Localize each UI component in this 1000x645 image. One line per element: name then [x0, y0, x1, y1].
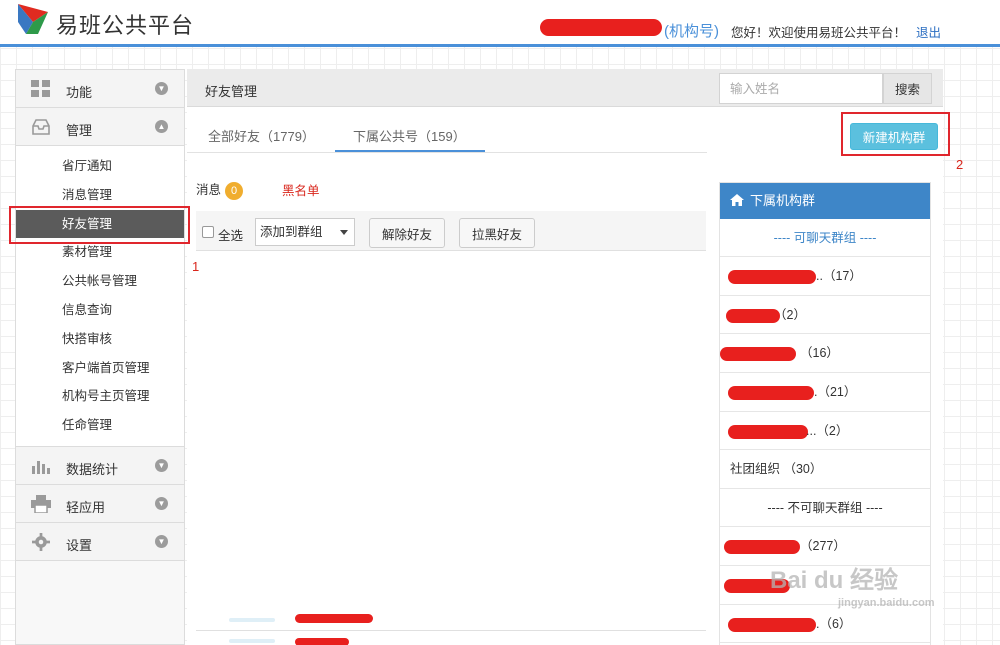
sidebar-menu-label: 管理: [66, 123, 93, 138]
group-item[interactable]: （16）: [720, 334, 930, 374]
tab-bar: 全部好友（1779） 下属公共号（159）: [187, 117, 707, 153]
redacted-group-name: [724, 540, 800, 555]
top-header: 易班公共平台 (机构号) 您好！欢迎使用易班公共平台！ 退出: [0, 0, 1000, 47]
sidebar-menu-settings[interactable]: 设置 ▼: [16, 522, 184, 561]
sidebar-menu-manage[interactable]: 管理 ▲: [16, 108, 184, 146]
group-name: 社团组织 （30）: [730, 462, 823, 477]
page-title: 好友管理: [205, 84, 258, 99]
annotation-number: 1: [192, 259, 200, 274]
group-item[interactable]: 社团组织 （30）: [720, 450, 930, 490]
group-count: ...（2）: [806, 423, 849, 438]
blacklist-link[interactable]: 黑名单: [282, 180, 320, 199]
list-divider: [196, 630, 706, 631]
sidebar-item-info-query[interactable]: 信息查询: [16, 296, 184, 325]
redacted-group-name: [726, 308, 780, 323]
yiban-logo-icon: [18, 4, 48, 34]
redacted-group-name: [728, 424, 808, 439]
sidebar-menu-label: 设置: [66, 537, 93, 553]
nochat-groups-heading: ---- 不可聊天群组 ----: [720, 489, 930, 528]
redacted-group-name: [728, 270, 816, 284]
redacted-name: [295, 614, 373, 623]
sidebar-item-org-homepage[interactable]: 机构号主页管理: [16, 382, 184, 411]
inbox-icon: [32, 119, 50, 135]
grid-icon: [31, 80, 50, 97]
select-all-label: 全选: [218, 229, 244, 243]
sidebar-item-public-account-management[interactable]: 公共帐号管理: [16, 267, 184, 296]
chevron-down-icon: ▼: [155, 496, 168, 510]
select-all-checkbox[interactable]: [202, 226, 214, 238]
sidebar-item-appointment[interactable]: 任命管理: [16, 411, 184, 440]
sidebar-item-quick-review[interactable]: 快搭审核: [16, 325, 184, 354]
home-icon: [730, 194, 744, 206]
group-count: （16）: [800, 346, 839, 361]
manage-submenu: 省厅通知 消息管理 好友管理 素材管理 公共帐号管理 信息查询 快搭审核 客户端…: [16, 146, 184, 447]
group-count: .（21）: [814, 385, 857, 400]
platform-title: 易班公共平台: [56, 13, 195, 38]
messages-label: 消息: [196, 183, 222, 197]
redacted-group-name: [720, 347, 796, 362]
sidebar-menu-label: 轻应用: [66, 499, 106, 515]
sidebar-menu-light-apps[interactable]: 轻应用 ▼: [16, 484, 184, 523]
add-to-group-value: 添加到群组: [260, 225, 323, 239]
group-count: （2）: [774, 307, 806, 322]
redacted-group-name: [728, 617, 816, 632]
sidebar-menu-functions[interactable]: 功能 ▼: [16, 70, 184, 108]
chevron-down-icon: ▼: [155, 534, 168, 548]
search-button[interactable]: 搜索: [883, 73, 932, 104]
group-panel-header: 下属机构群: [720, 183, 930, 219]
logout-link[interactable]: 退出: [916, 22, 941, 41]
group-item[interactable]: ...（2）: [720, 412, 930, 451]
baidu-watermark-url: jingyan.baidu.com: [838, 597, 935, 609]
list-placeholder-bar: [229, 618, 275, 622]
annotation-number: 2: [956, 157, 964, 172]
add-to-group-select[interactable]: 添加到群组: [255, 218, 355, 246]
annotation-box-new-group: [841, 112, 950, 156]
redacted-group-name: [728, 386, 814, 401]
dropdown-caret-icon: [340, 230, 348, 235]
sidebar-item-provincial-notice[interactable]: 省厅通知: [16, 152, 184, 181]
messages-link[interactable]: 消息 0: [196, 179, 244, 200]
welcome-text: 您好！欢迎使用易班公共平台！: [731, 26, 907, 40]
group-count: .（6）: [816, 616, 852, 631]
remove-friend-button[interactable]: 解除好友: [369, 218, 445, 248]
gear-icon: [32, 532, 50, 551]
printer-icon: [31, 494, 51, 513]
main-content: 好友管理 搜索 全部好友（1779） 下属公共号（159） 新建机构群 消息0 …: [187, 69, 943, 645]
sidebar-menu-label: 功能: [66, 85, 93, 100]
org-type-label: (机构号): [664, 23, 719, 40]
sidebar: 功能 ▼ 管理 ▲ 省厅通知 消息管理 好友管理 素材管理 公共帐号管理 信息查…: [15, 69, 185, 645]
tab-all-friends[interactable]: 全部好友（1779）: [208, 126, 315, 145]
group-panel-title: 下属机构群: [750, 193, 816, 208]
bar-chart-icon: [32, 460, 50, 474]
tab-sub-accounts[interactable]: 下属公共号（159）: [353, 126, 466, 145]
block-friend-button[interactable]: 拉黑好友: [459, 218, 535, 248]
sidebar-menu-statistics[interactable]: 数据统计 ▼: [16, 446, 184, 485]
list-placeholder-bar: [229, 639, 275, 643]
sidebar-menu-label: 数据统计: [66, 461, 119, 477]
group-item[interactable]: .（21）: [720, 373, 930, 412]
messages-count-badge: 0: [225, 181, 244, 200]
group-item[interactable]: .（6）: [720, 605, 930, 644]
group-count: ..（17）: [816, 269, 862, 283]
friend-toolbar: 全选 添加到群组 解除好友 拉黑好友: [196, 211, 706, 251]
group-item[interactable]: （2）: [720, 296, 930, 335]
chevron-down-icon: ▼: [155, 82, 168, 95]
sidebar-item-client-homepage[interactable]: 客户端首页管理: [16, 354, 184, 383]
chat-groups-heading: ---- 可聊天群组 ----: [720, 219, 930, 257]
redacted-org-name: [540, 19, 662, 36]
group-item[interactable]: ..（17）: [720, 257, 930, 296]
redacted-name: [295, 638, 349, 645]
baidu-watermark-brand: Bai du 经验: [770, 567, 899, 594]
annotation-box-friend-management: [9, 206, 190, 244]
active-tab-indicator: [335, 150, 485, 152]
search-input[interactable]: [719, 73, 883, 104]
chevron-down-icon: ▼: [155, 458, 168, 472]
chevron-up-icon: ▲: [155, 120, 168, 133]
